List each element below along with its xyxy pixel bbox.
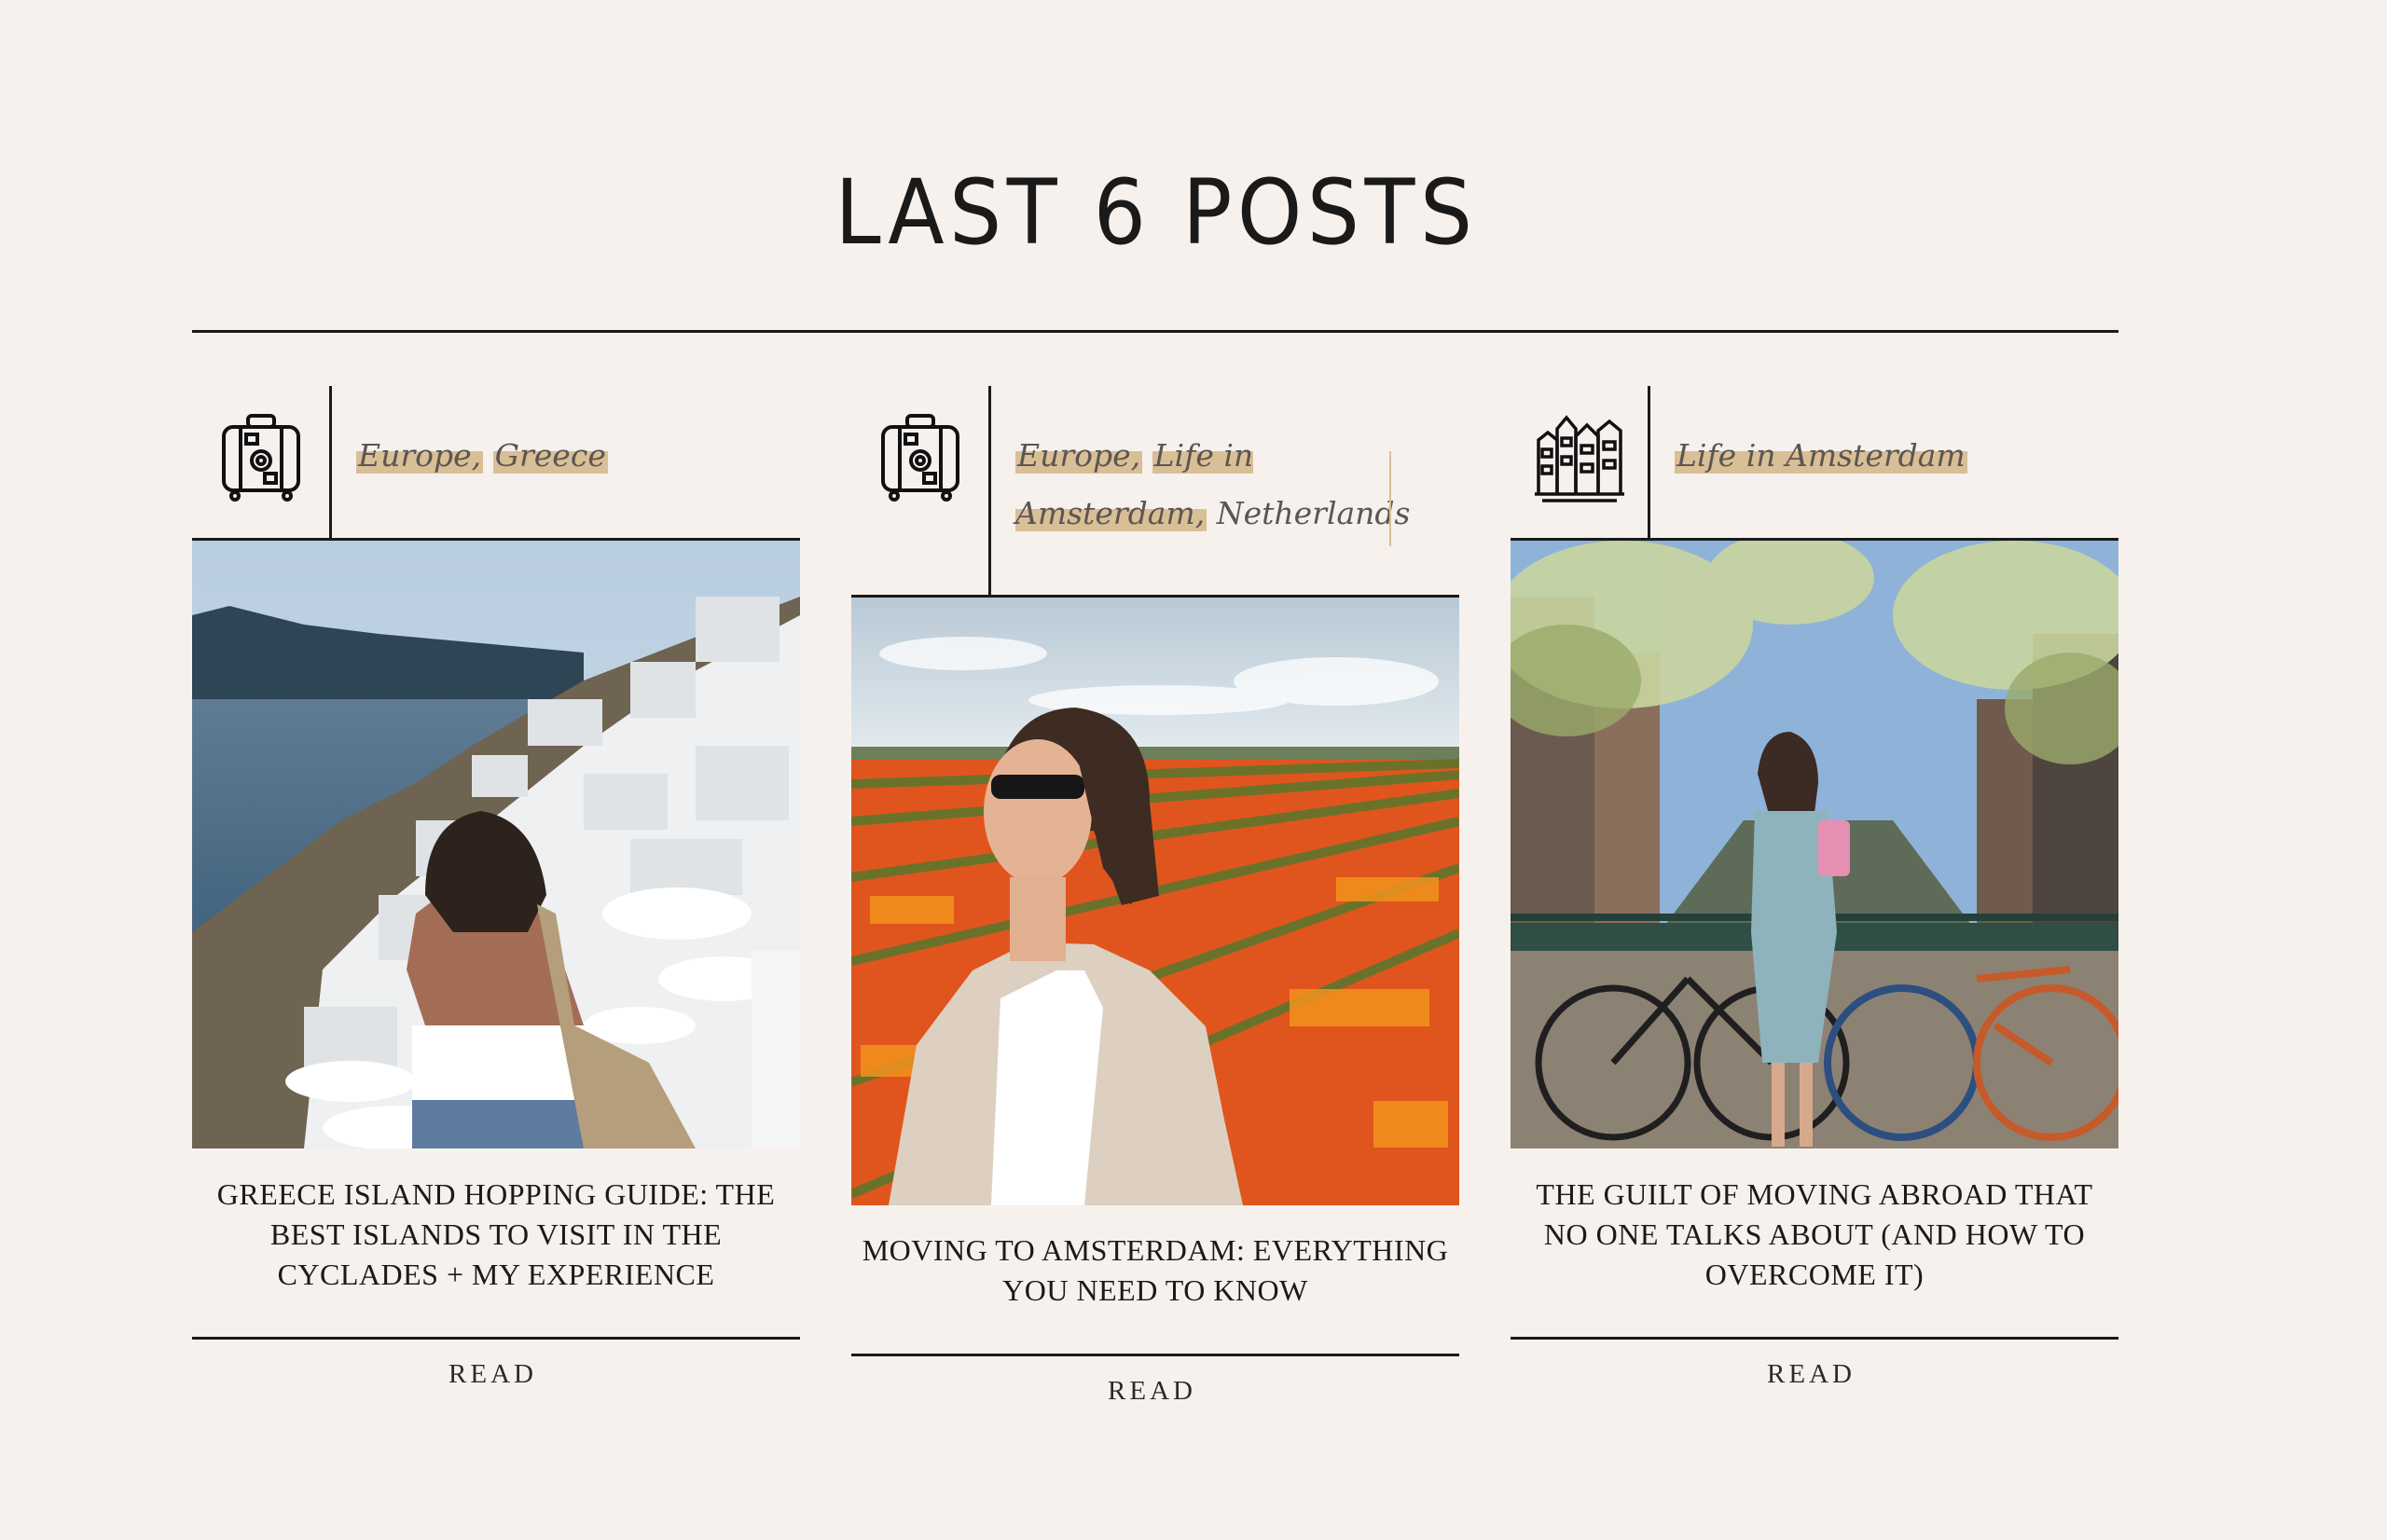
post-image[interactable] — [851, 598, 1459, 1205]
read-button[interactable]: READ — [192, 1359, 793, 1390]
section-divider — [192, 330, 2118, 333]
category-link[interactable]: Life in Amsterdam — [1675, 437, 1967, 474]
post-categories: Europe, Life in Amsterdam, Netherlands — [1015, 427, 1444, 543]
section-title: LAST 6 POSTS — [835, 160, 1478, 265]
read-button[interactable]: READ — [1511, 1359, 2112, 1390]
post-title[interactable]: GREECE ISLAND HOPPING GUIDE: THE BEST IS… — [192, 1175, 800, 1295]
read-button[interactable]: READ — [851, 1376, 1453, 1407]
category-link[interactable]: Europe, — [1015, 437, 1143, 474]
category-link[interactable]: Europe, — [356, 437, 484, 474]
suitcase-icon — [851, 386, 989, 502]
suitcase-icon — [192, 386, 330, 502]
post-image[interactable] — [192, 541, 800, 1148]
last-posts-section: LAST 6 POSTS Europe, Greece GREECE ISLAN… — [0, 0, 2387, 1540]
post-image[interactable] — [1511, 541, 2118, 1148]
post-title[interactable]: MOVING TO AMSTERDAM: EVERYTHING YOU NEED… — [851, 1231, 1459, 1311]
post-categories: Europe, Greece — [356, 427, 785, 485]
category-link[interactable]: Netherlands — [1217, 495, 1411, 531]
post-title[interactable]: THE GUILT OF MOVING ABROAD THAT NO ONE T… — [1511, 1175, 2118, 1295]
post-categories: Life in Amsterdam — [1675, 427, 2104, 485]
canal-houses-icon — [1511, 386, 1649, 505]
category-link[interactable]: Greece — [492, 437, 608, 474]
